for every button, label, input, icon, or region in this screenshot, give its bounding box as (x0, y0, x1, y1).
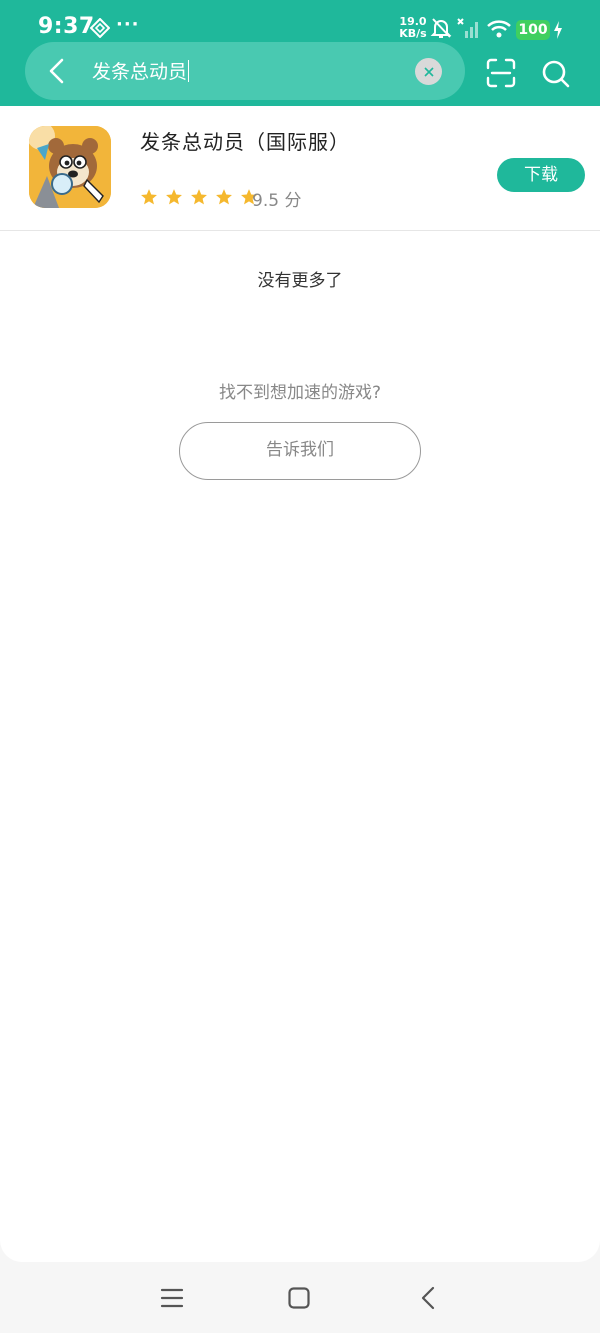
star-icon (166, 189, 183, 205)
clear-search-button[interactable] (415, 58, 442, 85)
wifi-icon (487, 20, 511, 38)
search-icon[interactable] (541, 59, 571, 89)
search-result-item[interactable]: 发条总动员（国际服） 9.5 分 下载 (0, 106, 600, 230)
divider (0, 230, 600, 231)
download-button[interactable]: 下载 (497, 158, 585, 192)
scan-icon[interactable] (486, 58, 516, 88)
star-rating (140, 188, 260, 208)
star-icon (191, 189, 208, 205)
no-more-results-text: 没有更多了 (257, 271, 343, 291)
recent-apps-icon[interactable] (160, 1286, 184, 1310)
game-artwork-icon (29, 126, 111, 208)
back-arrow-icon[interactable] (44, 57, 70, 85)
app-icon (29, 126, 111, 208)
header: 9:37 ··· 19.0 KB/s 100 发条总动员 (0, 0, 600, 106)
status-bar: 9:37 ··· 19.0 KB/s 100 (0, 0, 600, 44)
star-icon (141, 189, 157, 205)
search-query: 发条总动员 (92, 61, 188, 83)
star-icon (216, 189, 233, 205)
charging-icon (554, 21, 562, 39)
bell-muted-icon (430, 18, 452, 38)
text-cursor (188, 60, 190, 82)
content-panel: 发条总动员（国际服） 9.5 分 下载 没有更多了 找不到想加速的游戏? 告诉我… (0, 106, 600, 1262)
system-nav-bar (0, 1262, 600, 1333)
vpn-icon (90, 18, 110, 38)
search-input[interactable]: 发条总动员 (92, 58, 392, 86)
network-speed-unit: KB/s (399, 27, 427, 40)
more-notifications-icon: ··· (116, 14, 140, 35)
battery-indicator: 100 (516, 20, 550, 40)
rating-score: 9.5 分 (252, 191, 302, 211)
tell-us-button[interactable]: 告诉我们 (179, 422, 421, 480)
home-icon[interactable] (287, 1286, 311, 1310)
signal-icon (457, 18, 478, 38)
close-icon (423, 66, 434, 77)
network-speed: 19.0 KB/s (398, 16, 428, 40)
app-title: 发条总动员（国际服） (140, 130, 350, 154)
cant-find-game-text: 找不到想加速的游戏? (218, 383, 382, 403)
status-time: 9:37 (38, 14, 95, 39)
back-icon[interactable] (418, 1286, 440, 1310)
